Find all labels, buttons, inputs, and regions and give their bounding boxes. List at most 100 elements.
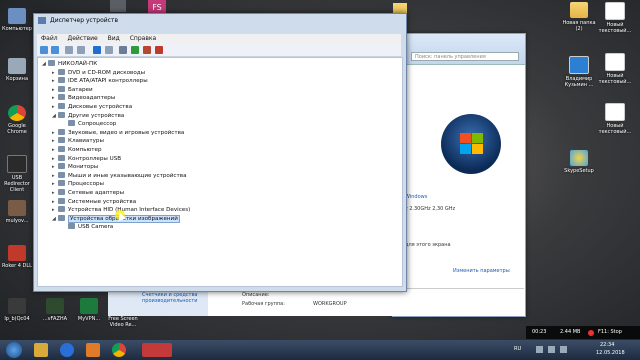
update-driver-icon[interactable] bbox=[131, 46, 139, 54]
counters-link[interactable]: Счетчики и средства производительности bbox=[142, 292, 204, 304]
computer-icon bbox=[8, 8, 26, 24]
desktop-icon-label: Владимир Кузьмин ... bbox=[564, 76, 594, 88]
taskbar: RU 22:34 12.05.2018 bbox=[0, 340, 640, 360]
device-manager-icon bbox=[38, 17, 46, 24]
clock-date[interactable]: 12.05.2018 bbox=[596, 350, 625, 356]
desktop-icon-label: mulyov... bbox=[5, 218, 29, 224]
uninstall-device-icon[interactable] bbox=[155, 46, 163, 54]
desktop-left-column: Компьютер Корзина Google Chrome USB Redi… bbox=[0, 0, 34, 340]
usb-redirector-icon bbox=[7, 155, 27, 173]
desktop-icon-myvpn[interactable]: MyVPN... bbox=[72, 298, 106, 322]
device-tree: ◢ НИКОЛАЙ-ПК ▸ DVD и CD-ROM дисководы ▸ IDE A… bbox=[37, 57, 403, 287]
device-icon bbox=[58, 85, 65, 92]
desktop-icon-text-file[interactable]: Новый текстовый... bbox=[598, 2, 632, 34]
forward-icon[interactable] bbox=[51, 46, 59, 54]
volume-icon[interactable] bbox=[548, 346, 555, 353]
disable-device-icon[interactable] bbox=[143, 46, 151, 54]
text-file-icon bbox=[605, 2, 625, 20]
menu-view[interactable]: Вид bbox=[104, 34, 124, 44]
desktop-icon-text-file[interactable]: Новый текстовый... bbox=[598, 103, 632, 135]
desktop-icon-label: MyVPN... bbox=[77, 316, 101, 322]
desktop-icon-mp3[interactable]: Владимир Кузьмин ... bbox=[562, 56, 596, 88]
tree-node-label: Другие устройства bbox=[68, 112, 125, 119]
tree-node-label: Видеоадаптеры bbox=[68, 95, 116, 102]
window-title-bar[interactable]: Диспетчер устройств bbox=[34, 14, 406, 27]
tree-node-label: Устройства HID (Human Interface Devices) bbox=[68, 207, 191, 214]
back-icon[interactable] bbox=[40, 46, 48, 54]
desktop-icon-label: Новый текстовый... bbox=[598, 123, 632, 135]
tree-node-label: Процессоры bbox=[68, 181, 104, 188]
properties-icon[interactable] bbox=[65, 46, 73, 54]
ie-icon[interactable] bbox=[60, 343, 74, 357]
device-icon bbox=[48, 60, 55, 66]
search-input[interactable]: Поиск: панель управления bbox=[411, 52, 519, 61]
tree-node-label: Контроллеры USB bbox=[68, 155, 122, 162]
desktop-icon-top[interactable] bbox=[110, 0, 126, 12]
menu-file[interactable]: Файл bbox=[37, 34, 62, 44]
desktop-icon-skype-setup[interactable]: SkypeSetup bbox=[562, 150, 596, 174]
desktop-icon-label: SkypeSetup bbox=[564, 168, 594, 174]
change-params-link[interactable]: Изменить параметры bbox=[453, 268, 519, 274]
tree-node-label: Системные устройства bbox=[68, 198, 137, 205]
desktop-icon-computer[interactable]: Компьютер bbox=[0, 8, 34, 32]
desktop-icon-new-folder[interactable]: Новая папка (2) bbox=[562, 2, 596, 32]
tree-node[interactable]: USB Camera bbox=[62, 223, 113, 232]
text-file-icon bbox=[605, 103, 625, 121]
scan-hardware-icon[interactable] bbox=[119, 46, 127, 54]
desktop-icon-bottom-1[interactable]: Ip_b(Qc04 bbox=[0, 298, 34, 322]
tree-node-label: Дисковые устройства bbox=[68, 104, 133, 110]
desktop-icon-label: ...vFAZHA bbox=[42, 316, 68, 322]
clock-time[interactable]: 22:34 bbox=[600, 342, 614, 348]
tree-node-label: Клавиатуры bbox=[68, 138, 104, 145]
device-icon bbox=[68, 120, 75, 127]
tree-node-label: IDE ATA/ATAPI контроллеры bbox=[68, 78, 148, 85]
desktop-icon-text-file[interactable]: Новый текстовый... bbox=[598, 53, 632, 85]
screen-recorder-taskbar-icon[interactable] bbox=[142, 343, 172, 357]
windows-link[interactable]: Windows bbox=[405, 194, 427, 200]
menu-bar: Файл Действие Вид Справка bbox=[37, 34, 401, 44]
desktop-icon-label: Roker 4 DLL bbox=[2, 263, 32, 269]
help-icon[interactable] bbox=[93, 46, 101, 54]
device-icon bbox=[58, 77, 65, 84]
folder-icon bbox=[570, 2, 588, 18]
desktop-icon-label: Ip_b(Qc04 bbox=[4, 316, 30, 322]
start-button[interactable] bbox=[6, 342, 22, 358]
system-properties-window: Поиск: панель управления Windows z 2.30G… bbox=[392, 33, 526, 317]
grid-icon[interactable] bbox=[105, 46, 113, 54]
desktop-icon-label: Компьютер bbox=[2, 26, 32, 32]
network-icon[interactable] bbox=[536, 346, 543, 353]
tree-node-label: Сетевые адаптеры bbox=[68, 190, 125, 196]
desktop-icon-bottom-2[interactable]: ...vFAZHA bbox=[38, 298, 72, 322]
text-file-icon bbox=[605, 53, 625, 71]
desktop-icon-label: Корзина bbox=[5, 76, 29, 82]
tree-node-label: Компьютер bbox=[68, 147, 102, 153]
desktop-icon-chrome[interactable]: Google Chrome bbox=[0, 105, 34, 135]
side-panel: Счетчики и средства производительности bbox=[108, 289, 208, 316]
tree-node-label: Звуковые, видео и игровые устройства bbox=[68, 129, 185, 136]
screen-text: для этого экрана bbox=[405, 242, 451, 248]
device-icon bbox=[58, 197, 65, 204]
recording-time: 00:23 bbox=[532, 329, 547, 335]
windows-logo-icon bbox=[441, 114, 501, 174]
desktop-icon-recycle-bin[interactable]: Корзина bbox=[0, 58, 34, 82]
desktop-icon-usb-redirector[interactable]: USB Redirector Client bbox=[0, 155, 34, 193]
device-icon bbox=[58, 163, 65, 170]
explorer-icon[interactable] bbox=[34, 343, 48, 357]
system-window-bottom: Счетчики и средства производительности О… bbox=[108, 288, 524, 316]
device-icon bbox=[58, 189, 65, 195]
desktop-icon-label: Новая папка (2) bbox=[562, 20, 596, 32]
chrome-taskbar-icon[interactable] bbox=[112, 343, 126, 357]
tree-node-label: Батареи bbox=[68, 86, 93, 93]
media-player-icon[interactable] bbox=[86, 343, 100, 357]
desktop-icon-app[interactable]: mulyov... bbox=[0, 200, 34, 224]
language-indicator[interactable]: RU bbox=[514, 346, 521, 352]
menu-help[interactable]: Справка bbox=[126, 34, 160, 44]
audio-file-icon bbox=[569, 56, 589, 74]
list-icon[interactable] bbox=[77, 46, 85, 54]
battery-icon[interactable] bbox=[560, 346, 567, 353]
app-icon bbox=[46, 298, 64, 314]
menu-action[interactable]: Действие bbox=[64, 34, 102, 44]
device-icon bbox=[58, 128, 65, 135]
desktop-icon-roker[interactable]: Roker 4 DLL bbox=[0, 245, 34, 269]
device-icon bbox=[58, 111, 65, 118]
